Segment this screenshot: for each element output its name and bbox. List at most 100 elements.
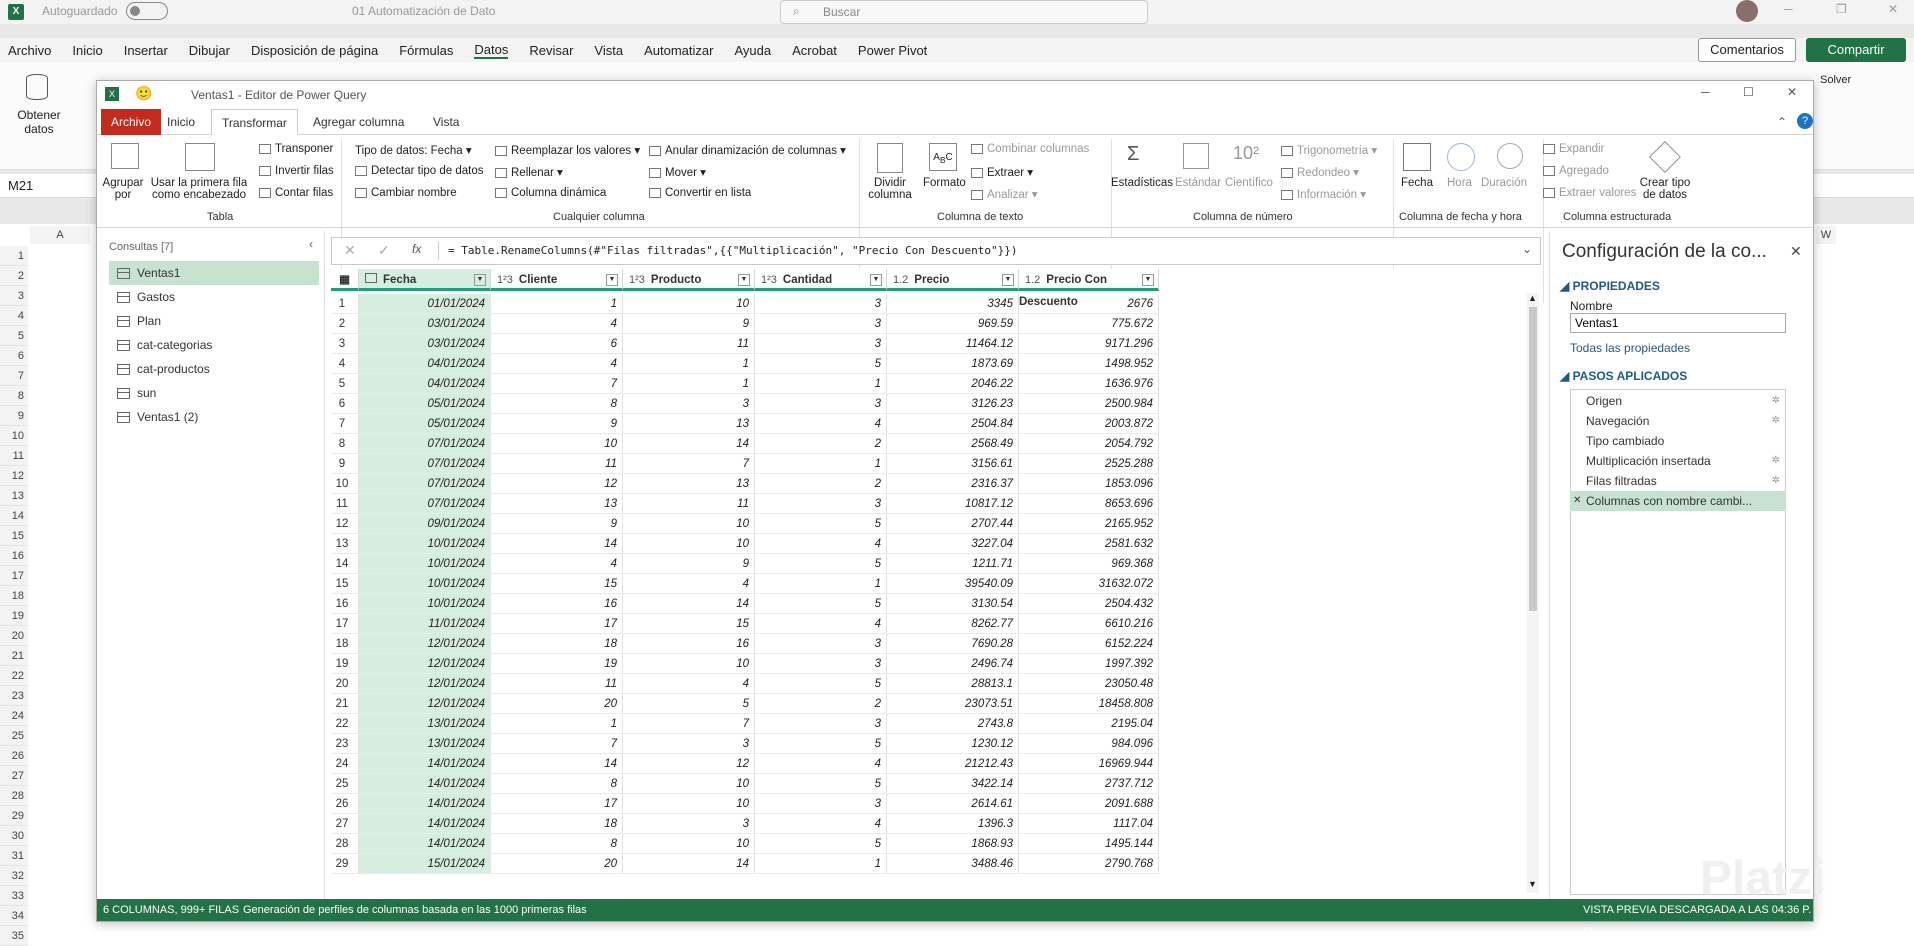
table-cell[interactable]: 14 [623,594,755,614]
table-cell[interactable]: 16 [491,594,623,614]
table-cell[interactable]: 14/01/2024 [359,774,491,794]
excel-row-number[interactable]: 29 [0,806,28,826]
table-cell[interactable]: 3422.14 [887,774,1019,794]
table-cell[interactable]: 10 [623,294,755,314]
table-cell[interactable]: 07/01/2024 [359,454,491,474]
table-cell[interactable]: 13/01/2024 [359,734,491,754]
formula-text[interactable]: = Table.RenameColumns(#"Filas filtradas"… [448,244,1018,257]
scroll-down-icon[interactable]: ▼ [1528,879,1537,889]
menu-item-6[interactable]: Datos [474,42,509,59]
excel-row-number[interactable]: 1 [0,246,28,266]
table-cell[interactable]: 6610.216 [1019,614,1159,634]
table-cell[interactable]: 5 [755,554,887,574]
filter-dropdown-icon[interactable]: ▼ [1002,274,1014,286]
scroll-thumb[interactable] [1529,307,1537,611]
row-number[interactable]: 18 [331,634,359,654]
menu-item-10[interactable]: Ayuda [734,43,771,58]
table-cell[interactable]: 6152.224 [1019,634,1159,654]
expand-formula-icon[interactable]: ⌄ [1522,242,1532,256]
scroll-up-icon[interactable]: ▲ [1528,293,1537,303]
table-cell[interactable]: 2504.84 [887,414,1019,434]
anular-dinamizacion-button[interactable]: Anular dinamización de columnas ▾ [649,143,846,157]
search-box[interactable]: ⌕ Buscar [780,0,1148,24]
row-number[interactable]: 20 [331,674,359,694]
table-cell[interactable]: 11 [623,334,755,354]
table-cell[interactable]: 07/01/2024 [359,434,491,454]
table-cell[interactable]: 2790.768 [1019,854,1159,874]
table-cell[interactable]: 2054.792 [1019,434,1159,454]
expandir-button[interactable]: Expandir [1543,143,1604,155]
table-cell[interactable]: 15 [623,614,755,634]
row-number[interactable]: 21 [331,694,359,714]
table-cell[interactable]: 9171.296 [1019,334,1159,354]
collapse-ribbon-icon[interactable]: ⌃ [1777,115,1787,129]
table-cell[interactable]: 10 [623,534,755,554]
transponer-button[interactable]: Transponer [259,143,333,155]
table-cell[interactable]: 2500.984 [1019,394,1159,414]
column-type-icon[interactable]: 1.2 [893,274,908,286]
table-cell[interactable]: 1868.93 [887,834,1019,854]
table-cell[interactable]: 10/01/2024 [359,574,491,594]
get-data-button[interactable]: Obtener datos [14,108,64,136]
pq-minimize-icon[interactable]: ─ [1701,85,1710,99]
excel-row-number[interactable]: 11 [0,446,28,466]
table-cell[interactable]: 2091.688 [1019,794,1159,814]
menu-item-4[interactable]: Disposición de página [251,43,378,58]
column-type-icon[interactable] [365,273,377,283]
table-cell[interactable]: 7 [623,714,755,734]
table-cell[interactable]: 10 [623,514,755,534]
vertical-scrollbar[interactable]: ▲ ▼ [1527,293,1539,893]
table-cell[interactable]: 14/01/2024 [359,814,491,834]
row-number[interactable]: 19 [331,654,359,674]
table-cell[interactable]: 05/01/2024 [359,414,491,434]
row-number[interactable]: 11 [331,494,359,514]
menu-item-0[interactable]: Archivo [8,43,51,58]
table-cell[interactable]: 11 [623,494,755,514]
crear-tipo-datos-button[interactable]: Crear tipo de datos [1635,177,1695,201]
table-cell[interactable]: 1 [491,294,623,314]
table-cell[interactable]: 3 [755,314,887,334]
row-number[interactable]: 7 [331,414,359,434]
mover-button[interactable]: Mover ▾ [649,165,706,179]
excel-row-number[interactable]: 10 [0,426,28,446]
formato-button[interactable]: Formato [923,177,966,189]
excel-row-number[interactable]: 27 [0,766,28,786]
table-cell[interactable]: 03/01/2024 [359,334,491,354]
table-cell[interactable]: 4 [623,674,755,694]
query-item[interactable]: Gastos [109,285,319,309]
table-cell[interactable]: 4 [755,414,887,434]
redondeo-button[interactable]: Redondeo ▾ [1281,165,1359,179]
help-icon[interactable]: ? [1797,113,1813,129]
avatar[interactable] [1736,0,1758,22]
table-cell[interactable]: 3 [755,494,887,514]
table-cell[interactable]: 23073.51 [887,694,1019,714]
excel-row-number[interactable]: 26 [0,746,28,766]
table-cell[interactable]: 8262.77 [887,614,1019,634]
trigonometria-button[interactable]: Trigonometría ▾ [1281,143,1377,157]
table-cell[interactable]: 2003.872 [1019,414,1159,434]
table-cell[interactable]: 2568.49 [887,434,1019,454]
excel-row-number[interactable]: 22 [0,666,28,686]
row-number[interactable]: 9 [331,454,359,474]
excel-row-number[interactable]: 8 [0,386,28,406]
table-cell[interactable]: 3 [755,334,887,354]
table-cell[interactable]: 12 [491,474,623,494]
cientifico-button[interactable]: Científico [1225,177,1273,189]
smiley-icon[interactable]: 🙂 [135,85,152,102]
table-cell[interactable]: 4 [491,314,623,334]
applied-step[interactable]: Navegación ✲ [1570,411,1786,431]
usar-primera-fila-button[interactable]: Usar la primera fila como encabezado [149,177,249,201]
row-number[interactable]: 25 [331,774,359,794]
row-number[interactable]: 12 [331,514,359,534]
column-header-precio[interactable]: 1.2 Precio ▼ [887,269,1019,291]
excel-row-number[interactable]: 3 [0,286,28,306]
table-cell[interactable]: 18 [491,814,623,834]
table-cell[interactable]: 11464.12 [887,334,1019,354]
excel-row-number[interactable]: 15 [0,526,28,546]
table-cell[interactable]: 8 [491,774,623,794]
table-cell[interactable]: 2165.952 [1019,514,1159,534]
table-cell[interactable]: 2707.44 [887,514,1019,534]
table-cell[interactable]: 13 [623,474,755,494]
table-cell[interactable]: 5 [623,694,755,714]
excel-row-number[interactable]: 30 [0,826,28,846]
